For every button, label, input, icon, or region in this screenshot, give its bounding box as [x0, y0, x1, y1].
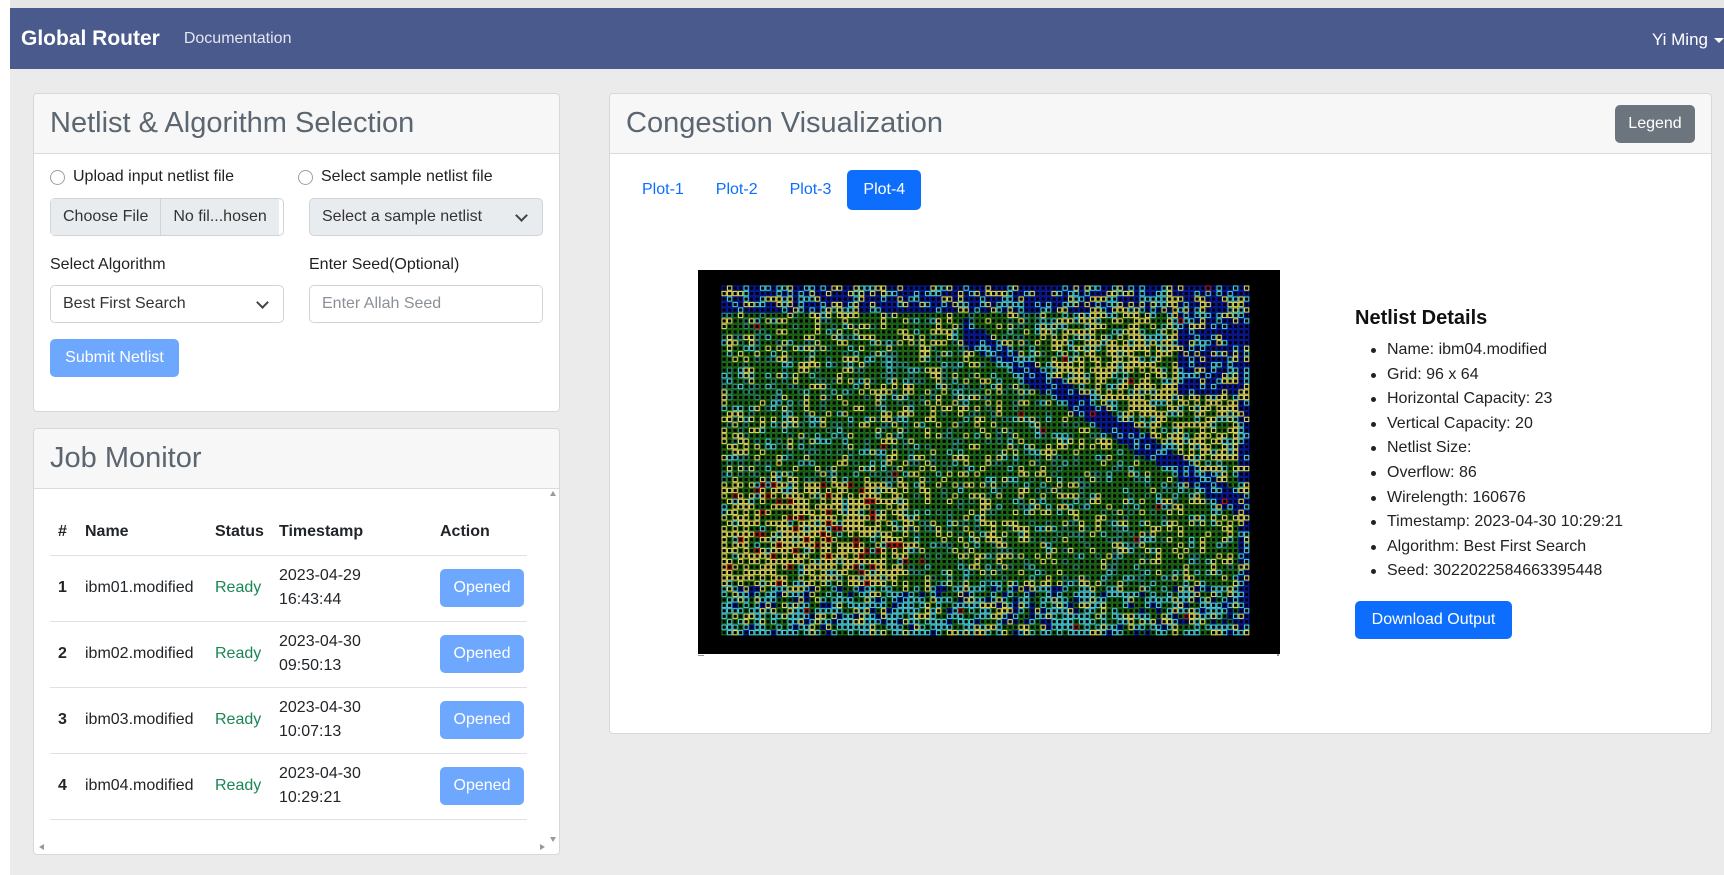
table-row: 1 ibm01.modified Ready 2023-04-29 16:43:4… — [50, 555, 527, 622]
window-left-edge — [0, 0, 10, 875]
job-monitor-title: Job Monitor — [34, 429, 559, 489]
row-name: ibm02.modified — [77, 621, 207, 688]
scroll-down-arrow[interactable] — [550, 837, 556, 842]
sample-option[interactable]: Select sample netlist file — [298, 168, 493, 186]
row-status: Ready — [207, 621, 271, 688]
row-num: 2 — [50, 621, 77, 688]
congestion-plot — [698, 270, 1280, 656]
chevron-down-icon — [515, 208, 528, 222]
col-status: Status — [207, 509, 271, 556]
job-table: # Name Status Timestamp Action 1 ibm01.m… — [50, 509, 527, 820]
row-timestamp: 2023-04-30 09:50:13 — [271, 621, 432, 688]
row-date: 2023-04-30 — [279, 765, 361, 782]
sample-radio[interactable] — [298, 169, 313, 185]
opened-button[interactable]: Opened — [440, 701, 524, 739]
file-input[interactable]: Choose File No fil...hosen — [50, 198, 284, 236]
upload-label: Upload input netlist file — [73, 168, 234, 185]
scroll-up-arrow[interactable] — [550, 491, 556, 496]
user-name: Yi Ming — [1651, 30, 1708, 49]
file-name: No fil...hosen — [161, 199, 279, 235]
row-date: 2023-04-30 — [279, 699, 361, 716]
row-timestamp: 2023-04-29 16:43:44 — [271, 555, 432, 622]
navbar: Global Router Documentation Yi Ming — [10, 8, 1724, 69]
row-time: 16:43:44 — [279, 591, 342, 608]
congestion-visualization-card: Congestion Visualization Legend Plot-1 P… — [609, 93, 1712, 734]
algorithm-value: Best First Search — [63, 295, 186, 312]
documentation-link[interactable]: Documentation — [184, 30, 292, 48]
caret-down-icon — [1714, 37, 1724, 43]
upload-radio[interactable] — [50, 169, 65, 185]
brand-link[interactable]: Global Router — [21, 27, 160, 51]
row-status: Ready — [207, 687, 271, 754]
tab-plot-4[interactable]: Plot-4 — [847, 170, 922, 210]
row-timestamp: 2023-04-30 10:29:21 — [271, 753, 432, 820]
submit-netlist-button[interactable]: Submit Netlist — [50, 339, 179, 377]
sample-netlist-select[interactable]: Select a sample netlist — [309, 198, 543, 236]
seed-placeholder: Enter Allah Seed — [322, 295, 442, 312]
row-num: 1 — [50, 555, 77, 622]
row-date: 2023-04-29 — [279, 567, 361, 584]
row-date: 2023-04-30 — [279, 633, 361, 650]
row-name: ibm04.modified — [77, 753, 207, 820]
row-time: 10:29:21 — [279, 789, 342, 806]
tab-plot-3[interactable]: Plot-3 — [774, 170, 848, 210]
col-timestamp: Timestamp — [271, 509, 432, 556]
legend-button[interactable]: Legend — [1615, 105, 1695, 143]
opened-button[interactable]: Opened — [440, 767, 524, 805]
row-num: 3 — [50, 687, 77, 754]
row-timestamp: 2023-04-30 10:07:13 — [271, 687, 432, 754]
table-row: 4 ibm04.modified Ready 2023-04-30 10:29:2… — [50, 753, 527, 820]
plot-tabs: Plot-1 Plot-2 Plot-3 Plot-4 — [626, 170, 922, 210]
algorithm-select[interactable]: Best First Search — [50, 285, 284, 323]
col-name: Name — [77, 509, 207, 556]
opened-button[interactable]: Opened — [440, 635, 524, 673]
row-num: 4 — [50, 753, 77, 820]
table-row: 3 ibm03.modified Ready 2023-04-30 10:07:1… — [50, 687, 527, 754]
sample-select-value: Select a sample netlist — [322, 208, 483, 225]
opened-button[interactable]: Opened — [440, 569, 524, 607]
netlist-card-title: Netlist & Algorithm Selection — [34, 94, 559, 154]
row-status: Ready — [207, 555, 271, 622]
table-row: 2 ibm02.modified Ready 2023-04-30 09:50:1… — [50, 621, 527, 688]
row-name: ibm01.modified — [77, 555, 207, 622]
user-menu[interactable]: Yi Ming — [1652, 30, 1724, 50]
chevron-down-icon — [256, 295, 269, 309]
row-time: 10:07:13 — [279, 723, 342, 740]
seed-label: Enter Seed(Optional) — [309, 256, 460, 273]
col-num: # — [50, 509, 77, 556]
table-header-row: # Name Status Timestamp Action — [50, 509, 527, 556]
algorithm-label: Select Algorithm — [50, 256, 166, 273]
row-status: Ready — [207, 753, 271, 820]
sample-label: Select sample netlist file — [321, 168, 493, 185]
choose-file-button[interactable]: Choose File — [51, 199, 162, 235]
row-name: ibm03.modified — [77, 687, 207, 754]
seed-input[interactable]: Enter Allah Seed — [309, 285, 543, 323]
upload-option[interactable]: Upload input netlist file — [50, 168, 234, 186]
tab-plot-1[interactable]: Plot-1 — [626, 170, 700, 210]
job-monitor-card: Job Monitor # Name Status Timestamp Acti… — [33, 428, 560, 855]
netlist-selection-card: Netlist & Algorithm Selection Upload inp… — [33, 93, 560, 412]
visualization-title: Congestion Visualization — [610, 94, 1711, 154]
row-time: 09:50:13 — [279, 657, 342, 674]
scroll-right-arrow[interactable] — [540, 844, 545, 850]
scroll-left-arrow[interactable] — [39, 844, 44, 850]
col-action: Action — [432, 509, 527, 556]
tab-plot-2[interactable]: Plot-2 — [700, 170, 774, 210]
window-top-edge — [0, 0, 1724, 8]
